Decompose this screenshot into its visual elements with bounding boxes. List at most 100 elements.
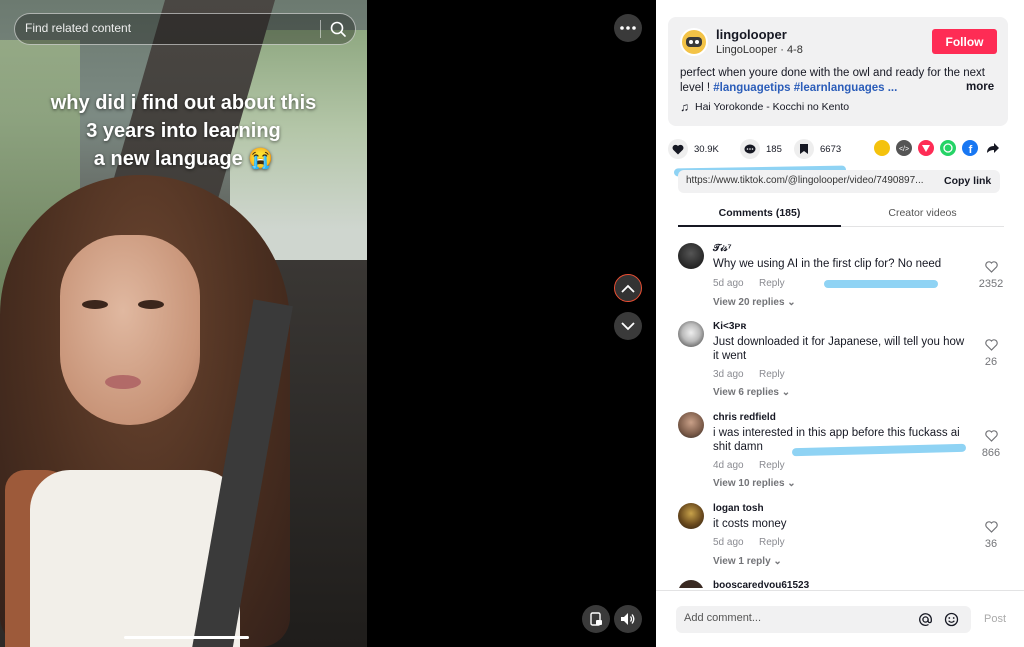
heart-outline-icon bbox=[984, 261, 998, 273]
comment-input-box[interactable] bbox=[676, 606, 971, 633]
facebook-icon[interactable]: f bbox=[962, 140, 978, 156]
view-replies-link[interactable]: View 6 replies ⌄ bbox=[713, 387, 790, 398]
mention-icon[interactable] bbox=[918, 612, 933, 627]
comment-text: Just downloaded it for Japanese, will te… bbox=[713, 336, 965, 362]
search-box[interactable] bbox=[14, 13, 356, 45]
avatar[interactable] bbox=[678, 503, 704, 529]
reply-button[interactable]: Reply bbox=[759, 537, 785, 548]
person-lips bbox=[105, 375, 141, 389]
volume-button[interactable] bbox=[614, 605, 642, 633]
caption-line: why did i find out about this bbox=[50, 92, 317, 114]
side-panel: lingolooper LingoLooper · 4-8 Follow per… bbox=[656, 0, 1024, 647]
comment-stat[interactable]: 185 bbox=[740, 139, 782, 159]
volume-icon bbox=[621, 613, 635, 625]
comment-input[interactable] bbox=[684, 612, 904, 624]
comment-like[interactable]: 36 bbox=[976, 520, 1006, 550]
avatar[interactable] bbox=[678, 412, 704, 438]
comment-like[interactable]: 26 bbox=[976, 338, 1006, 368]
view-replies-link[interactable]: View 10 replies ⌄ bbox=[713, 478, 796, 489]
avatar[interactable] bbox=[678, 243, 704, 269]
comment-text: Why we using AI in the first clip for? N… bbox=[713, 258, 942, 270]
more-link[interactable]: more bbox=[966, 81, 994, 93]
author-username[interactable]: lingolooper bbox=[716, 27, 787, 42]
comment-time: 5d ago bbox=[713, 537, 744, 548]
tiktok-video-page: why did i find out about this 3 years in… bbox=[0, 0, 1024, 647]
stats-row: 30.9K 185 6673 </> f bbox=[668, 139, 1008, 159]
link-box: https://www.tiktok.com/@lingolooper/vide… bbox=[678, 170, 1000, 193]
reply-button[interactable]: Reply bbox=[759, 278, 785, 289]
pip-icon bbox=[590, 612, 602, 626]
video-url: https://www.tiktok.com/@lingolooper/vide… bbox=[686, 175, 924, 186]
active-tab-indicator bbox=[678, 225, 841, 227]
music-note-icon: ♫ bbox=[680, 100, 689, 114]
tab-comments[interactable]: Comments (185) bbox=[678, 207, 841, 219]
comment-username[interactable]: chris redfield bbox=[713, 412, 776, 423]
embed-icon[interactable]: </> bbox=[896, 140, 912, 156]
emoji-icon[interactable] bbox=[944, 612, 959, 627]
like-stat[interactable]: 30.9K bbox=[668, 139, 719, 159]
picture-in-picture-button[interactable] bbox=[582, 605, 610, 633]
comment-count: 185 bbox=[766, 143, 782, 155]
save-count: 6673 bbox=[820, 143, 842, 155]
person-face bbox=[60, 235, 200, 425]
more-options-button[interactable] bbox=[614, 14, 642, 42]
previous-video-button[interactable] bbox=[614, 274, 642, 302]
search-input[interactable] bbox=[25, 21, 315, 35]
video-description: perfect when youre done with the owl and… bbox=[680, 66, 1000, 96]
comment-username[interactable]: logan tosh bbox=[713, 503, 764, 514]
avatar[interactable] bbox=[678, 321, 704, 347]
comment-footer: Post bbox=[656, 590, 1024, 647]
person-eye-right bbox=[138, 300, 164, 309]
post-button[interactable]: Post bbox=[984, 613, 1006, 625]
comment-username[interactable]: booscaredyou61523 bbox=[713, 580, 809, 588]
comment-time: 4d ago bbox=[713, 460, 744, 471]
share-gold-icon[interactable] bbox=[874, 140, 890, 156]
tabs: Comments (185) Creator videos bbox=[678, 203, 1004, 227]
view-replies-link[interactable]: View 20 replies ⌄ bbox=[713, 297, 796, 308]
reply-button[interactable]: Reply bbox=[759, 460, 785, 471]
comment-time: 5d ago bbox=[713, 278, 744, 289]
chevron-up-icon bbox=[621, 284, 635, 293]
video-player[interactable]: why did i find out about this 3 years in… bbox=[0, 0, 367, 647]
robot-logo-icon bbox=[686, 37, 702, 47]
person-eye-left bbox=[82, 300, 108, 309]
follow-button[interactable]: Follow bbox=[932, 29, 997, 54]
tab-creator-videos[interactable]: Creator videos bbox=[841, 207, 1004, 219]
hashtag-links[interactable]: #languagetips #learnlanguages ... bbox=[713, 82, 897, 94]
whatsapp-icon[interactable] bbox=[940, 140, 956, 156]
share-arrow-icon[interactable] bbox=[984, 140, 1000, 156]
heart-outline-icon bbox=[984, 430, 998, 442]
view-replies-link[interactable]: View 1 reply ⌄ bbox=[713, 556, 782, 567]
heart-outline-icon bbox=[984, 339, 998, 351]
comment-username[interactable]: Ki<3ᴘʀ bbox=[713, 321, 746, 332]
caption-line: a new language 😭 bbox=[93, 148, 274, 170]
search-divider bbox=[320, 20, 321, 38]
video-caption: why did i find out about this 3 years in… bbox=[0, 89, 367, 173]
comment-like-count: 866 bbox=[981, 447, 1001, 459]
search-icon[interactable] bbox=[329, 20, 347, 38]
comment-text: it costs money bbox=[713, 518, 787, 530]
comment-username[interactable]: 𝒯𝒾𝓈⁷ bbox=[713, 243, 732, 254]
save-stat[interactable]: 6673 bbox=[794, 139, 841, 159]
caption-line: 3 years into learning bbox=[86, 120, 281, 142]
comment-like-count: 2352 bbox=[978, 278, 1004, 290]
comment-like[interactable]: 2352 bbox=[976, 260, 1006, 290]
video-progress-bar[interactable] bbox=[124, 636, 249, 639]
svg-text:</>: </> bbox=[899, 146, 909, 153]
video-area: why did i find out about this 3 years in… bbox=[0, 0, 656, 647]
send-to-friends-icon[interactable] bbox=[918, 140, 934, 156]
chevron-down-icon bbox=[621, 321, 635, 330]
copy-link-button[interactable]: Copy link bbox=[944, 175, 991, 187]
music-row[interactable]: ♫ Hai Yorokonde - Kocchi no Kento bbox=[680, 100, 849, 114]
author-subtitle: LingoLooper · 4-8 bbox=[716, 44, 803, 56]
author-card: lingolooper LingoLooper · 4-8 Follow per… bbox=[668, 17, 1008, 126]
author-avatar[interactable] bbox=[680, 28, 708, 56]
comment-like-count: 26 bbox=[984, 356, 998, 368]
comment-like-count: 36 bbox=[984, 538, 998, 550]
next-video-button[interactable] bbox=[614, 312, 642, 340]
avatar[interactable] bbox=[678, 580, 704, 588]
redaction-scribble bbox=[824, 280, 938, 288]
comment-like[interactable]: 866 bbox=[976, 429, 1006, 459]
comment-time: 3d ago bbox=[713, 369, 744, 380]
reply-button[interactable]: Reply bbox=[759, 369, 785, 380]
